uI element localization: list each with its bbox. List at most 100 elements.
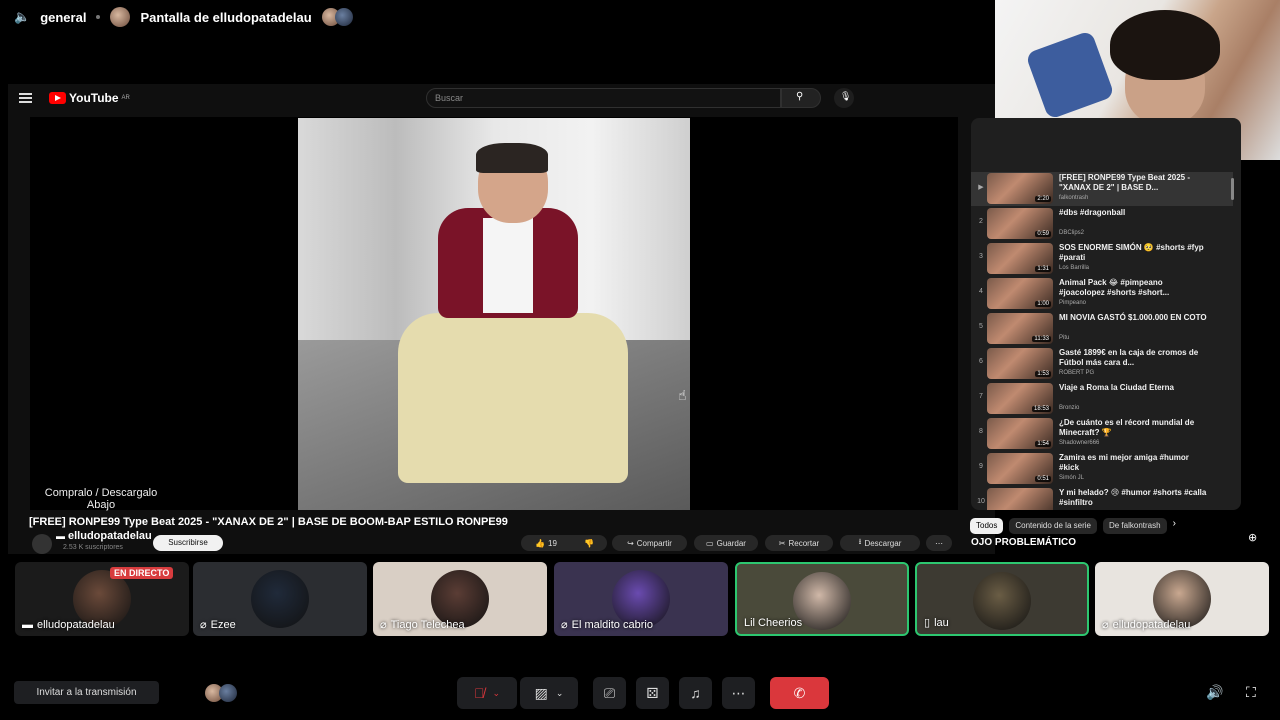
video-frame[interactable] [298, 118, 690, 510]
share-button[interactable]: ↪ Compartir [612, 535, 687, 551]
channel-name[interactable]: general [40, 10, 86, 25]
playlist-item[interactable]: 3 1:31 SOS ENORME SIMÓN 🥺 #shorts #fyp #… [971, 242, 1233, 276]
video-actions-row: ▬ elludopatadelau 2.53 K suscriptores Su… [28, 530, 978, 554]
more-icon: ⋯ [935, 538, 943, 548]
share-icon: ↪ [627, 538, 634, 548]
participant-label: ⌀ elludopatadelau [1102, 618, 1190, 632]
playlist-item-channel: Pitu [1059, 335, 1070, 341]
soundboard-button[interactable]: ♫ [679, 677, 712, 709]
dislike-button[interactable]: 👎 [571, 535, 607, 551]
playlist-item[interactable]: 7 18:53 Viaje a Roma la Ciudad Eterna Br… [971, 382, 1233, 416]
more-button[interactable]: ⋯ [926, 535, 952, 551]
menu-icon[interactable] [19, 93, 32, 103]
viewer-avatars-bottom[interactable] [205, 684, 237, 702]
participant-label: ⌀ Ezee [200, 618, 236, 632]
voice-channel-header: 🔈 general Pantalla de elludopatadelau [0, 0, 995, 34]
channel-avatar[interactable] [32, 534, 52, 554]
playlist-item-channel: ROBERT PG [1059, 370, 1095, 376]
playlist-item-channel: falkontrash [1059, 195, 1089, 201]
next-video-preview[interactable]: OJO PROBLEMÁTICO [971, 538, 1241, 556]
playlist-item[interactable]: 9 0:51 Zamira es mi mejor amiga #humor #… [971, 452, 1233, 486]
playlist-item-title: MI NOVIA GASTÓ $1.000.000 EN COTO [1059, 313, 1207, 322]
search-button[interactable]: ⚲ [781, 88, 821, 108]
participant-tile[interactable]: Lil Cheerios [735, 562, 909, 636]
playlist-item[interactable]: 2 0:59 #dbs #dragonball DBClips2 [971, 207, 1233, 241]
download-button[interactable]: ⭳ Descargar [840, 535, 920, 551]
mic-off-icon: ⌀ [380, 619, 387, 631]
zoom-icon[interactable]: ⊕ [1248, 531, 1257, 544]
playlist-thumbnail[interactable]: 0:51 [987, 453, 1053, 484]
playlist-item[interactable]: 10 1:23 Y mi helado? 😢 #humor #shorts #c… [971, 487, 1233, 510]
save-button[interactable]: ▭ Guardar [694, 535, 758, 551]
participant-label: ⌀ Tiago Telechea [380, 618, 465, 632]
playlist-thumbnail[interactable]: 11:33 [987, 313, 1053, 344]
chevron-right-icon[interactable]: › [1173, 518, 1176, 534]
youtube-header: YouTube AR Buscar ⚲ 🎙 [8, 84, 995, 112]
playlist-thumbnail[interactable]: 1:23 [987, 488, 1053, 510]
subscribe-button[interactable]: Suscribirse [153, 535, 223, 551]
hand-cursor-icon: ☝ [678, 387, 687, 403]
chevron-down-icon[interactable]: ⌄ [492, 688, 500, 699]
youtube-logo[interactable]: YouTube AR [49, 91, 130, 105]
participant-tile[interactable]: ⌀ El maldito cabrio [554, 562, 728, 636]
playlist-index: 9 [979, 463, 983, 470]
participant-tile[interactable]: ⌀ Tiago Telechea [373, 562, 547, 636]
playlist-item-channel: DBClips2 [1059, 230, 1085, 236]
mic-icon: 🎙 [840, 91, 852, 101]
more-options-button[interactable]: ⋯ [722, 677, 755, 709]
participant-label: Lil Cheerios [744, 617, 802, 629]
playlist-thumbnail[interactable]: 1:00 [987, 278, 1053, 309]
playlist-thumbnail[interactable]: 1:31 [987, 243, 1053, 274]
search-icon: ⚲ [796, 91, 804, 102]
playlist-item[interactable]: 5 11:33 MI NOVIA GASTÓ $1.000.000 EN COT… [971, 312, 1233, 346]
activities-button[interactable]: ⚄ [636, 677, 669, 709]
speaker-icon[interactable]: 🔈 [14, 9, 30, 25]
participant-tile[interactable]: ▯ lau [915, 562, 1089, 636]
playlist-thumbnail[interactable]: 1:53 [987, 348, 1053, 379]
disconnect-button[interactable]: ✆ [770, 677, 829, 709]
playlist-item[interactable]: 8 1:54 ¿De cuánto es el récord mundial d… [971, 417, 1233, 451]
channel-name-row[interactable]: ▬ elludopatadelau [56, 530, 152, 542]
viewer-avatars[interactable] [321, 8, 353, 26]
playlist-thumbnail[interactable]: 0:59 [987, 208, 1053, 239]
playlist-thumbnail[interactable]: 18:53 [987, 383, 1053, 414]
screen-icon: ▬ [22, 619, 33, 631]
participant-tile[interactable]: ⌀ elludopatadelau [1095, 562, 1269, 636]
playlist-index: ▶ [978, 184, 984, 191]
scissors-icon: ✂ [778, 538, 786, 548]
screen-share-button[interactable]: ⎚ [593, 677, 626, 709]
playlist-item[interactable]: 4 1:00 Animal Pack 😂 #pimpeano #joacolop… [971, 277, 1233, 311]
region-label: AR [121, 95, 130, 101]
clip-button[interactable]: ✂ Recortar [765, 535, 833, 551]
logo-text: YouTube [69, 91, 119, 105]
stream-title: Pantalla de elludopatadelau [140, 9, 312, 25]
playlist-thumbnail[interactable]: 1:54 [987, 418, 1053, 449]
participant-avatar [251, 570, 309, 628]
search-input[interactable]: Buscar [426, 88, 781, 108]
volume-icon[interactable]: 🔊 [1206, 684, 1223, 701]
chip-channel[interactable]: De falkontrash [1102, 518, 1167, 534]
chip-all[interactable]: Todos [970, 518, 1004, 534]
chevron-down-icon[interactable]: ⌄ [556, 688, 564, 699]
playlist-thumbnail[interactable]: 2:20 [987, 173, 1053, 204]
invite-button[interactable]: Invitar a la transmisión [14, 681, 159, 704]
playlist-index: 4 [979, 288, 983, 295]
camera-button[interactable]: ▨ ⌄ [520, 677, 578, 709]
chip-series[interactable]: Contenido de la serie [1009, 518, 1097, 534]
like-button[interactable]: 👍 19 [521, 535, 571, 551]
playlist-item[interactable]: ▶ 2:20 [FREE] RONPE99 Type Beat 2025 - "… [971, 172, 1233, 206]
voice-search-button[interactable]: 🎙 [834, 88, 854, 108]
shared-screen[interactable]: YouTube AR Buscar ⚲ 🎙 Compralo / Descarg… [8, 84, 995, 554]
participant-tile[interactable]: ⌀ Ezee [193, 562, 367, 636]
fullscreen-icon[interactable]: ⛶ [1246, 684, 1256, 701]
playlist-item[interactable]: 6 1:53 Gasté 1899€ en la caja de cromos … [971, 347, 1233, 381]
duration-badge: 18:53 [1031, 406, 1051, 412]
video-player[interactable]: Compralo / Descargalo Abajo ☝ [30, 117, 958, 511]
mute-button[interactable]: 🎙̸ ⌄ [457, 677, 517, 709]
playlist-scrollbar[interactable] [1231, 178, 1234, 200]
participant-tile[interactable]: EN DIRECTO ▬ elludopatadelau [15, 562, 189, 636]
bookmark-icon: ▭ [706, 538, 714, 548]
playlist-item-title: Viaje a Roma la Ciudad Eterna [1059, 383, 1175, 392]
playlist-panel[interactable]: ▶ 2:20 [FREE] RONPE99 Type Beat 2025 - "… [971, 118, 1241, 510]
playlist-item-channel: Simón JL [1059, 475, 1085, 481]
